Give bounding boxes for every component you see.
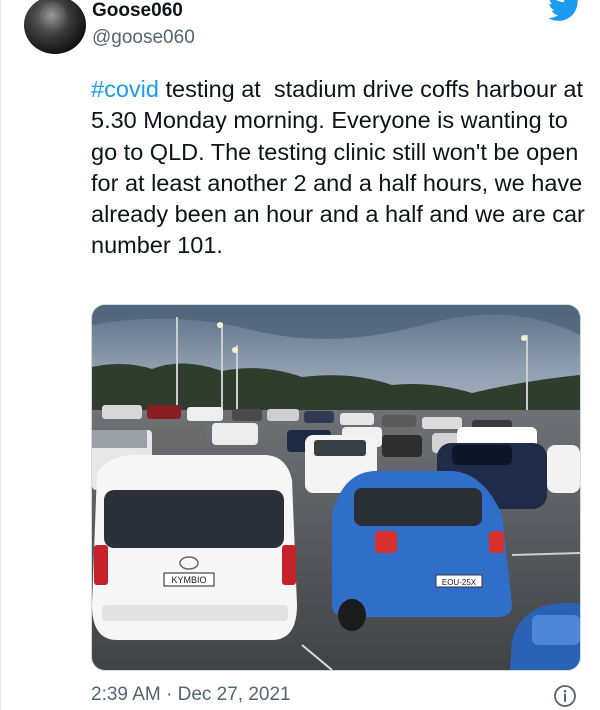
hashtag-link[interactable]: #covid: [91, 76, 159, 102]
plate-blue-car: EOU-25X: [442, 578, 477, 587]
photo-illustration: KYMBIO EOU-25X: [92, 305, 580, 670]
tweet-text: #covid testing at stadium drive coffs ha…: [91, 74, 591, 262]
display-name[interactable]: Goose060: [92, 0, 183, 22]
tweet-timestamp[interactable]: 2:39 AM · Dec 27, 2021: [91, 684, 291, 706]
twitter-bird-icon[interactable]: [548, 0, 582, 22]
avatar[interactable]: [24, 0, 86, 54]
handle[interactable]: @goose060: [92, 27, 195, 49]
plate-white-car: KYMBIO: [171, 575, 206, 585]
info-icon[interactable]: [553, 684, 577, 708]
tweet-photo[interactable]: KYMBIO EOU-25X: [91, 304, 581, 671]
tweet-body: testing at stadium drive coffs harbour a…: [91, 76, 592, 259]
column-divider: [0, 0, 1, 710]
